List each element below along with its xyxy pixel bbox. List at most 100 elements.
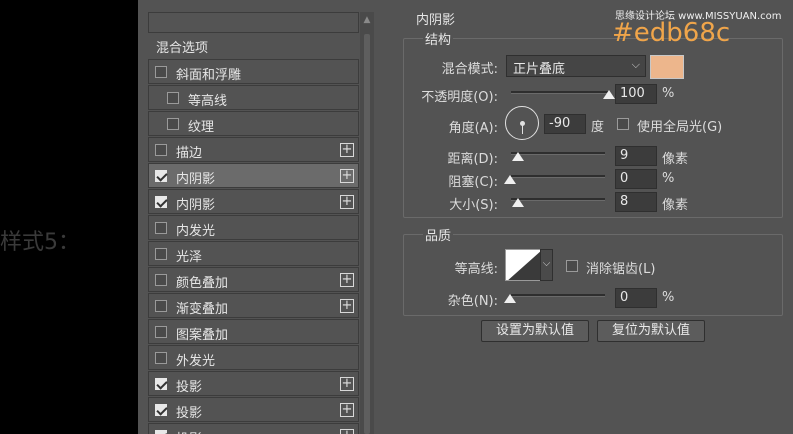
size-slider[interactable] xyxy=(511,198,605,201)
style-checkbox[interactable] xyxy=(155,248,167,260)
angle-unit: 度 xyxy=(591,120,605,135)
style-checkbox[interactable] xyxy=(155,222,167,234)
style-checkbox[interactable] xyxy=(155,326,167,338)
style-checkbox[interactable] xyxy=(155,170,167,182)
style-list-item[interactable]: 内阴影 + xyxy=(148,189,359,214)
style-checkbox[interactable] xyxy=(155,66,167,78)
distance-slider[interactable] xyxy=(511,152,605,155)
style-item-label: 内发光 xyxy=(176,224,216,239)
add-effect-plus-icon[interactable]: + xyxy=(340,299,354,313)
make-default-button[interactable]: 设置为默认值 xyxy=(481,320,589,342)
style-item-label: 颜色叠加 xyxy=(176,276,229,291)
opacity-slider[interactable] xyxy=(511,91,609,94)
choke-label: 阻塞(C): xyxy=(448,175,498,190)
chevron-down-icon: ⌵ xyxy=(631,58,640,71)
reset-default-button[interactable]: 复位为默认值 xyxy=(597,320,705,342)
style-item-label: 内阴影 xyxy=(176,198,216,213)
style-checkbox[interactable] xyxy=(167,118,179,130)
style-list-item[interactable]: 等高线 xyxy=(148,85,359,110)
style-checkbox[interactable] xyxy=(155,144,167,156)
noise-label: 杂色(N): xyxy=(447,294,498,309)
blending-options-label: 混合选项 xyxy=(156,41,209,56)
style-list-item[interactable]: 内阴影 + xyxy=(148,163,359,188)
size-slider-thumb[interactable] xyxy=(512,198,524,207)
contour-preview[interactable] xyxy=(505,249,541,281)
style-checkbox[interactable] xyxy=(155,352,167,364)
color-annotation: #edb68c xyxy=(612,18,731,48)
blend-mode-label: 混合模式: xyxy=(441,62,498,77)
global-light-checkbox[interactable] xyxy=(617,118,629,130)
style-item-label: 纹理 xyxy=(188,120,215,135)
style-list-item[interactable]: 图案叠加 xyxy=(148,319,359,344)
opacity-input[interactable]: 100 xyxy=(615,84,657,104)
add-effect-plus-icon[interactable]: + xyxy=(340,273,354,287)
style-list-item[interactable]: 投影 + xyxy=(148,371,359,396)
angle-dial[interactable] xyxy=(505,106,539,140)
shadow-color-swatch[interactable] xyxy=(650,55,684,79)
style-item-label: 内阴影 xyxy=(176,172,216,187)
style-list-item[interactable]: 颜色叠加 + xyxy=(148,267,359,292)
style-list-item[interactable]: 渐变叠加 + xyxy=(148,293,359,318)
noise-slider[interactable] xyxy=(511,294,605,297)
choke-slider[interactable] xyxy=(511,175,605,178)
size-input[interactable]: 8 xyxy=(615,192,657,212)
contour-curve-icon xyxy=(508,251,540,280)
choke-slider-thumb[interactable] xyxy=(504,175,516,184)
distance-unit: 像素 xyxy=(662,152,689,167)
add-effect-plus-icon[interactable]: + xyxy=(340,377,354,391)
style-list-item[interactable]: 斜面和浮雕 xyxy=(148,59,359,84)
style-item-label: 投影 xyxy=(176,380,203,395)
style-checkbox[interactable] xyxy=(155,430,167,434)
blending-options-item[interactable]: 混合选项 xyxy=(148,33,359,58)
noise-slider-thumb[interactable] xyxy=(504,294,516,303)
add-effect-plus-icon[interactable]: + xyxy=(340,169,354,183)
style-list-item[interactable]: 光泽 xyxy=(148,241,359,266)
size-label: 大小(S): xyxy=(449,198,498,213)
add-effect-plus-icon[interactable]: + xyxy=(340,429,354,434)
add-effect-plus-icon[interactable]: + xyxy=(340,195,354,209)
distance-slider-thumb[interactable] xyxy=(512,152,524,161)
antialias-checkbox[interactable] xyxy=(566,260,578,272)
quality-title: 品质 xyxy=(423,225,454,244)
style-checkbox[interactable] xyxy=(155,404,167,416)
style-item-label: 外发光 xyxy=(176,354,216,369)
blend-mode-value: 正片叠底 xyxy=(513,62,566,77)
style-item-label: 光泽 xyxy=(176,250,203,265)
size-unit: 像素 xyxy=(662,198,689,213)
style-list-item[interactable]: 投影 + xyxy=(148,423,359,434)
scroll-up-icon[interactable]: ▲ xyxy=(360,15,374,25)
opacity-slider-thumb[interactable] xyxy=(603,90,615,99)
add-effect-plus-icon[interactable]: + xyxy=(340,403,354,417)
style-list-item[interactable]: 描边 + xyxy=(148,137,359,162)
style-checkbox[interactable] xyxy=(155,300,167,312)
choke-input[interactable]: 0 xyxy=(615,169,657,189)
blend-mode-select[interactable]: 正片叠底 ⌵ xyxy=(506,55,646,77)
style-list-scrollbar[interactable]: ▲ xyxy=(360,12,374,434)
scroll-track[interactable] xyxy=(364,34,370,434)
style-label: 样式5： xyxy=(0,230,80,255)
add-effect-plus-icon[interactable]: + xyxy=(340,143,354,157)
angle-input[interactable]: -90 xyxy=(544,114,586,134)
style-item-label: 投影 xyxy=(176,428,202,434)
style-checkbox[interactable] xyxy=(155,274,167,286)
global-light-label: 使用全局光(G) xyxy=(637,120,723,135)
noise-unit: % xyxy=(662,290,675,305)
style-list-item[interactable]: 内发光 xyxy=(148,215,359,240)
contour-dropdown-icon[interactable]: ⌵ xyxy=(540,249,553,281)
style-list-item[interactable]: 纹理 xyxy=(148,111,359,136)
canvas-area xyxy=(0,0,138,434)
style-checkbox[interactable] xyxy=(167,92,179,104)
noise-input[interactable]: 0 xyxy=(615,288,657,308)
style-list-item[interactable]: 外发光 xyxy=(148,345,359,370)
style-checkbox[interactable] xyxy=(155,196,167,208)
style-item-label: 斜面和浮雕 xyxy=(176,68,242,83)
distance-input[interactable]: 9 xyxy=(615,146,657,166)
angle-dial-center xyxy=(520,121,525,126)
style-checkbox[interactable] xyxy=(155,378,167,390)
style-item-label: 投影 xyxy=(176,406,203,421)
panel-title: 内阴影 xyxy=(416,13,456,28)
style-list-item[interactable]: 投影 + xyxy=(148,397,359,422)
style-item-label: 图案叠加 xyxy=(176,328,229,343)
style-item-label: 描边 xyxy=(176,146,203,161)
opacity-unit: % xyxy=(662,86,675,101)
